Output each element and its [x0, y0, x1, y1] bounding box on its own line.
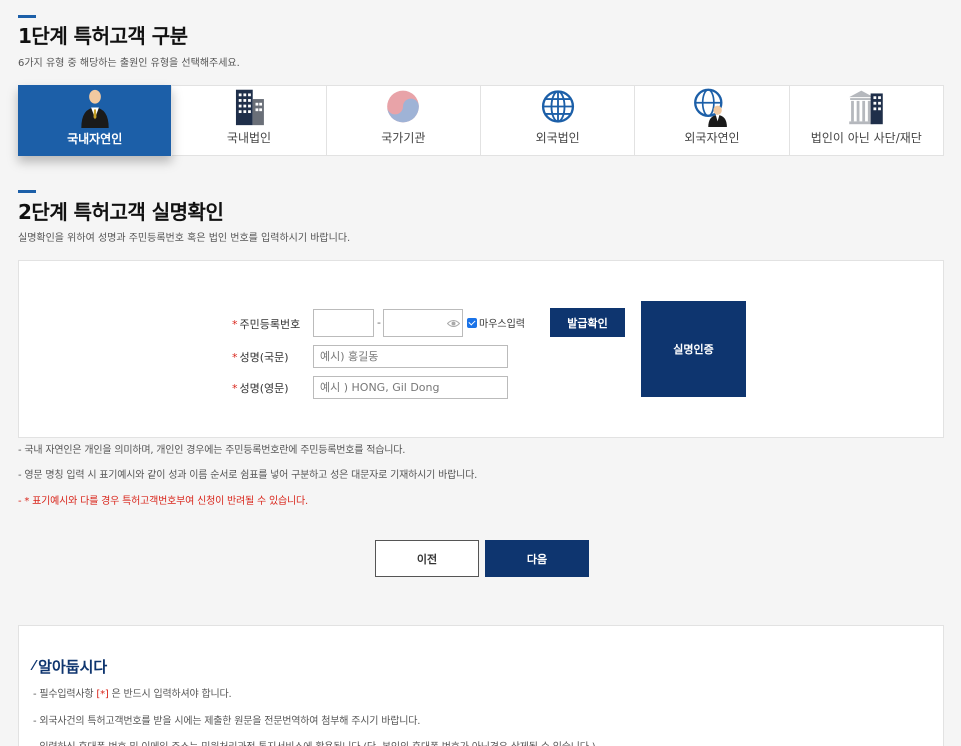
real-name-verify-form: *주민등록번호 - 마우스입력 발급확인 *성명(국문) *성명(영문) 실명인…: [18, 260, 944, 438]
globe-person-icon: [694, 88, 727, 127]
notice-line: - 필수입력사항 [*] 은 반드시 입력하셔야 합니다.: [33, 685, 232, 700]
name-en-label-text: 성명(영문): [239, 382, 289, 395]
institution-icon: [849, 90, 884, 125]
issue-check-button[interactable]: 발급확인: [550, 308, 625, 337]
rrn-label: * 주민등록번호: [232, 316, 300, 332]
name-kr-label: * 성명(국문): [232, 349, 289, 365]
name-en-label: * 성명(영문): [232, 380, 289, 396]
mouse-input-label: 마우스입력: [479, 319, 525, 330]
step1-description: 6가지 유형 중 해당하는 출원인 유형을 선택해주세요.: [18, 58, 240, 69]
real-name-verify-button[interactable]: 실명인증: [641, 301, 746, 397]
notice-line: - 입력하신 휴대폰 번호 및 이메일 주소는 민원처리과정 통지서비스에 활용…: [33, 738, 596, 746]
type-national-agency[interactable]: 국가기관: [327, 86, 481, 155]
notice-line: - 외국사건의 특허고객번호를 받을 시에는 제출한 원문을 전문번역하여 첨부…: [33, 716, 421, 727]
building-icon: [235, 89, 264, 126]
type-label: 외국자연인: [684, 131, 740, 145]
prev-button[interactable]: 이전: [375, 540, 479, 577]
required-mark: [*]: [96, 689, 109, 700]
rrn-dash: -: [377, 316, 381, 329]
notice-box: ⁄ 알아둡시다 - 필수입력사항 [*] 은 반드시 입력하셔야 합니다. - …: [18, 625, 944, 746]
pencil-icon: ⁄: [33, 659, 36, 674]
type-foreign-person[interactable]: 외국자연인: [635, 86, 790, 155]
required-mark: *: [232, 351, 238, 364]
type-label: 국내자연인: [67, 132, 123, 146]
required-mark: *: [232, 318, 238, 331]
type-non-corp-association[interactable]: 법인이 아닌 사단/재단: [790, 86, 943, 155]
notice-line1-post: 은 반드시 입력하셔야 합니다.: [108, 689, 232, 700]
name-kr-input[interactable]: [313, 345, 508, 368]
type-label: 국내법인: [226, 131, 272, 145]
mouse-input-checkbox[interactable]: 마우스입력: [467, 315, 525, 330]
notice-line1-pre: - 필수입력사항: [33, 689, 97, 700]
type-label: 외국법인: [535, 131, 580, 145]
note-warning: - * 표기예시와 다를 경우 특허고객번호부여 신청이 반려될 수 있습니다.: [18, 496, 308, 507]
globe-icon: [541, 90, 574, 123]
customer-type-selector: 국내자연인 국내법인 국가기관 외국법인 외국자연인 법인이 아닌 사단/재단: [18, 85, 944, 156]
name-en-input[interactable]: [313, 376, 508, 399]
type-label: 법인이 아닌 사단/재단: [810, 131, 922, 145]
taegeuk-icon: [387, 90, 420, 123]
rrn-first-input[interactable]: [313, 309, 374, 337]
type-domestic-corp[interactable]: 국내법인: [172, 86, 327, 155]
name-kr-label-text: 성명(국문): [239, 351, 289, 364]
eye-icon[interactable]: [447, 319, 460, 328]
type-domestic-person[interactable]: 국내자연인: [18, 85, 173, 156]
notice-title-text: 알아둡시다: [38, 658, 108, 676]
note-line: - 영문 명칭 입력 시 표기예시와 같이 성과 이름 순서로 쉼표를 넣어 구…: [18, 470, 478, 481]
type-foreign-corp[interactable]: 외국법인: [481, 86, 636, 155]
person-suit-icon: [80, 89, 109, 128]
checkbox-checked-icon: [467, 317, 477, 328]
section-marker: [18, 190, 36, 193]
step1-title: 1단계 특허고객 구분: [18, 24, 188, 48]
type-label: 국가기관: [381, 131, 426, 145]
note-line: - 국내 자연인은 개인을 의미하며, 개인인 경우에는 주민등록번호란에 주민…: [18, 445, 406, 456]
rrn-label-text: 주민등록번호: [239, 318, 301, 331]
step2-title: 2단계 특허고객 실명확인: [18, 200, 224, 224]
required-mark: *: [232, 382, 238, 395]
step2-description: 실명확인을 위하여 성명과 주민등록번호 혹은 법인 번호를 입력하시기 바랍니…: [18, 233, 351, 244]
notice-title: ⁄ 알아둡시다: [33, 656, 107, 677]
section-marker: [18, 15, 36, 18]
next-button[interactable]: 다음: [485, 540, 589, 577]
